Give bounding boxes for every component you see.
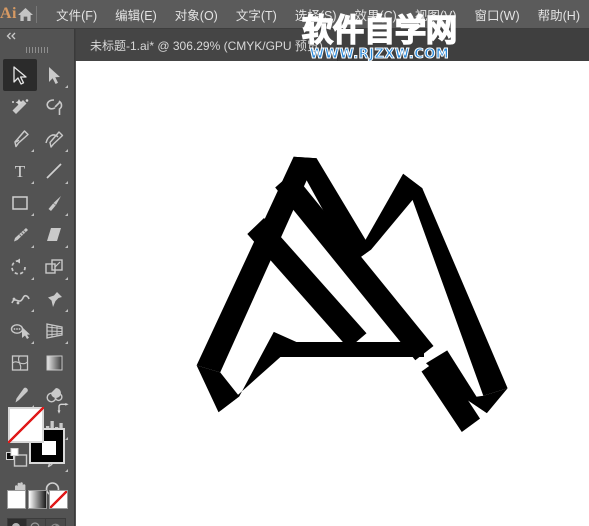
menu-file[interactable]: 文件(F): [47, 0, 106, 29]
rotate-tool[interactable]: [3, 251, 37, 283]
width-warp-tool[interactable]: [3, 283, 37, 315]
draw-normal-icon[interactable]: [8, 519, 27, 526]
direct-selection-tool[interactable]: [37, 59, 71, 91]
lasso-tool[interactable]: [37, 91, 71, 123]
menu-object[interactable]: 对象(O): [166, 0, 227, 29]
selection-tool[interactable]: [3, 59, 37, 91]
curvature-tool[interactable]: [37, 123, 71, 155]
panel-drag-handle[interactable]: [0, 43, 74, 56]
fill-swatch[interactable]: [8, 407, 44, 443]
tool-flyout-indicator: [65, 277, 68, 280]
eraser-tool[interactable]: [37, 219, 71, 251]
document-tab[interactable]: 未标题-1.ai* @ 306.29% (CMYK/GPU 预览): [76, 29, 338, 61]
gradient-tool[interactable]: [37, 347, 71, 379]
menu-edit[interactable]: 编辑(E): [106, 0, 166, 29]
menu-type[interactable]: 文字(T): [227, 0, 286, 29]
tool-flyout-indicator: [65, 213, 68, 216]
document-tab-label: 未标题-1.ai* @ 306.29% (CMYK/GPU 预览): [90, 38, 323, 53]
gradient-button[interactable]: [28, 490, 47, 509]
draw-mode-buttons: [7, 518, 66, 526]
magic-wand-tool[interactable]: [3, 91, 37, 123]
app-logo: Ai: [0, 5, 17, 22]
color-button[interactable]: [7, 490, 26, 509]
tool-flyout-indicator: [31, 245, 34, 248]
collapse-panel-icon[interactable]: [0, 29, 74, 43]
illustrator-window: Ai 文件(F) 编辑(E) 对象(O) 文字(T) 选择(S) 效果(C) 视…: [0, 0, 589, 526]
tool-flyout-indicator: [31, 149, 34, 152]
tool-flyout-indicator: [31, 341, 34, 344]
tool-flyout-indicator: [65, 181, 68, 184]
tool-flyout-indicator: [31, 213, 34, 216]
tool-flyout-indicator: [31, 309, 34, 312]
swap-fill-stroke-icon[interactable]: [57, 403, 70, 418]
mesh-tool[interactable]: [3, 347, 37, 379]
color-mode-buttons: [7, 490, 68, 509]
tool-flyout-indicator: [65, 309, 68, 312]
tool-flyout-indicator: [65, 469, 68, 472]
menu-item-list: 文件(F) 编辑(E) 对象(O) 文字(T) 选择(S) 效果(C) 视图(V…: [47, 0, 589, 29]
menu-view[interactable]: 视图(V): [406, 0, 466, 29]
rectangle-tool[interactable]: [3, 187, 37, 219]
svg-text:T: T: [15, 162, 26, 180]
menu-effect[interactable]: 效果(C): [345, 0, 405, 29]
tool-flyout-indicator: [65, 149, 68, 152]
menu-help[interactable]: 帮助(H): [529, 0, 589, 29]
document-tab-bar: 未标题-1.ai* @ 306.29% (CMYK/GPU 预览): [0, 29, 589, 61]
document-canvas[interactable]: [76, 61, 589, 526]
type-tool[interactable]: T: [3, 155, 37, 187]
tool-flyout-indicator: [65, 85, 68, 88]
m-logo-outline-artwork[interactable]: [76, 61, 589, 526]
shape-builder-tool[interactable]: [3, 315, 37, 347]
menu-bar: Ai 文件(F) 编辑(E) 对象(O) 文字(T) 选择(S) 效果(C) 视…: [0, 0, 589, 29]
scale-tool[interactable]: [37, 251, 71, 283]
tool-flyout-indicator: [65, 245, 68, 248]
default-fill-stroke-icon[interactable]: [6, 448, 20, 467]
shaper-pencil-tool[interactable]: [3, 219, 37, 251]
draw-behind-icon[interactable]: [27, 519, 46, 526]
menu-window[interactable]: 窗口(W): [466, 0, 529, 29]
paintbrush-tool[interactable]: [37, 187, 71, 219]
draw-inside-icon[interactable]: [46, 519, 65, 526]
stroke-swatch-hole: [42, 441, 56, 455]
fill-none-slash-icon: [8, 407, 44, 443]
tool-flyout-indicator: [65, 341, 68, 344]
tool-flyout-indicator: [31, 277, 34, 280]
line-segment-tool[interactable]: [37, 155, 71, 187]
free-transform-tool[interactable]: [37, 283, 71, 315]
perspective-grid-tool[interactable]: [37, 315, 71, 347]
none-button[interactable]: [49, 490, 68, 509]
tools-panel: T: [0, 29, 75, 526]
fill-stroke-controls: [6, 403, 69, 467]
menu-select[interactable]: 选择(S): [286, 0, 346, 29]
home-icon[interactable]: [17, 0, 34, 29]
tool-flyout-indicator: [31, 181, 34, 184]
pen-tool[interactable]: [3, 123, 37, 155]
